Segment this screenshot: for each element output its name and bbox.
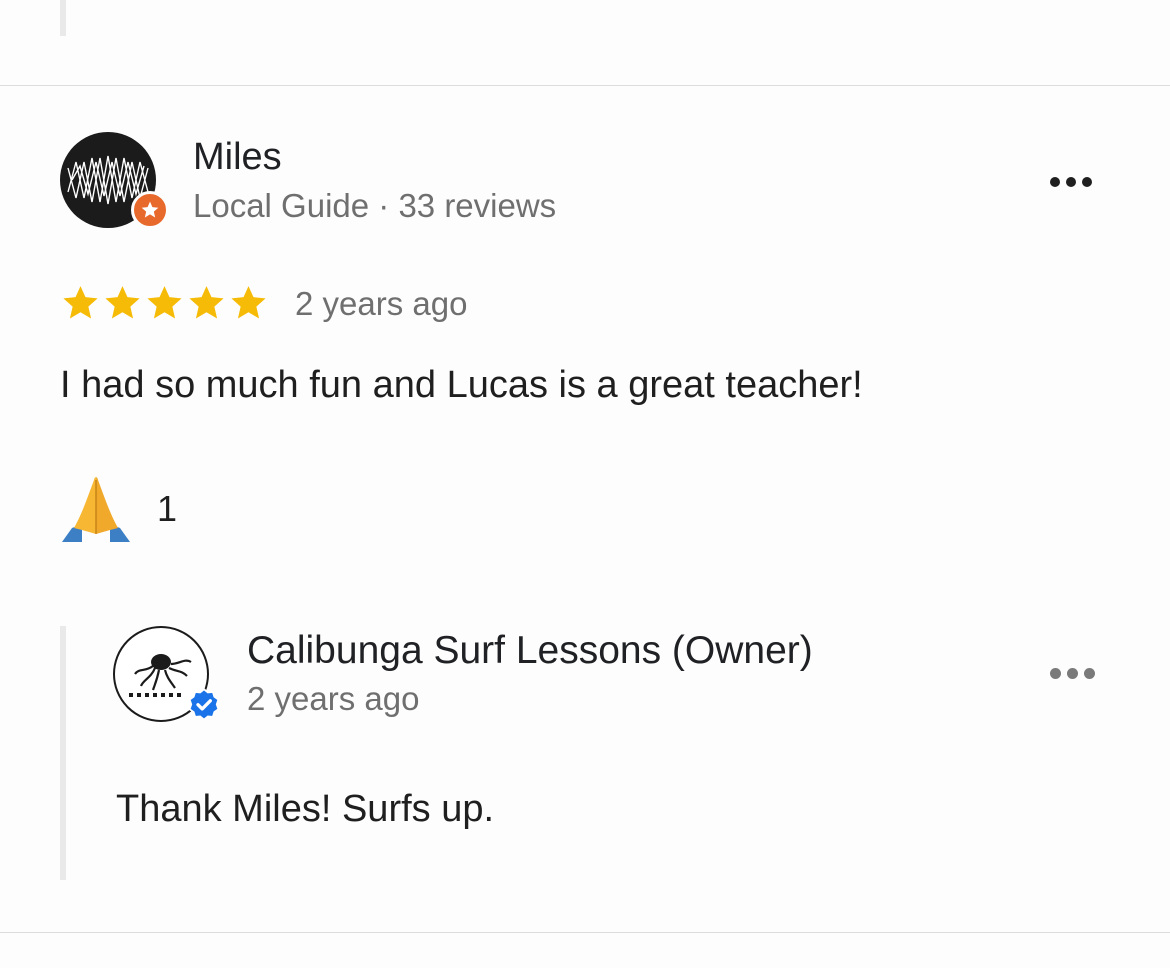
star-icon (189, 286, 224, 319)
reaction-button[interactable] (60, 472, 132, 547)
reviewer-name[interactable]: Miles (193, 136, 282, 179)
owner-reply-quote-bar (60, 626, 66, 880)
star-icon (231, 286, 266, 319)
reviewer-meta: Local Guide · 33 reviews (193, 187, 557, 224)
verified-check-icon (186, 687, 222, 723)
more-horizontal-icon (1050, 668, 1061, 679)
divider-top (0, 85, 1170, 86)
owner-name[interactable]: Calibunga Surf Lessons (Owner) (247, 629, 813, 673)
review-text: I had so much fun and Lucas is a great t… (60, 364, 863, 406)
divider-bottom (0, 932, 1170, 933)
review-more-options-button[interactable] (1050, 177, 1092, 187)
reaction-count: 1 (157, 488, 178, 529)
owner-reply-time: 2 years ago (247, 680, 420, 717)
previous-reply-quote-bar (60, 0, 66, 36)
owner-logo-wordmark (129, 693, 181, 697)
praying-hands-icon (62, 477, 130, 542)
star-icon (63, 286, 98, 319)
review-time: 2 years ago (295, 285, 468, 322)
star-icon (105, 286, 140, 319)
owner-reply-text: Thank Miles! Surfs up. (116, 788, 495, 830)
star-icon (147, 286, 182, 319)
more-horizontal-icon (1050, 177, 1060, 187)
star-rating (60, 283, 269, 324)
local-guide-badge-icon (131, 191, 169, 229)
reply-more-options-button[interactable] (1050, 668, 1095, 679)
